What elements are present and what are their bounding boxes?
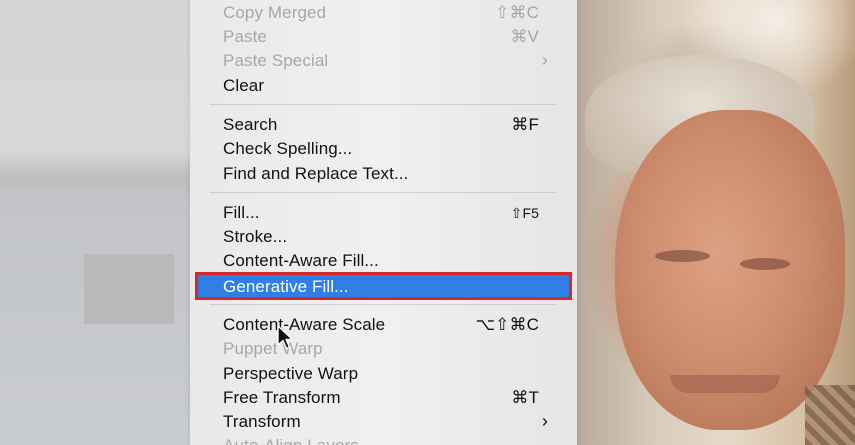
menu-item-label: Generative Fill... (223, 277, 349, 296)
menu-item-label: Transform (223, 412, 301, 431)
menu-item-shortcut: ⇧F5 (510, 205, 539, 221)
menu-separator (210, 192, 557, 193)
menu-item-search[interactable]: Search ⌘F (195, 113, 572, 137)
menu-item-puppet-warp[interactable]: Puppet Warp (195, 337, 572, 361)
menu-item-label: Perspective Warp (223, 364, 359, 383)
menu-item-copy-merged[interactable]: Copy Merged ⇧⌘C (195, 1, 572, 25)
menu-item-label: Fill... (223, 203, 260, 222)
menu-item-perspective-warp[interactable]: Perspective Warp (195, 362, 572, 386)
menu-separator (210, 104, 557, 105)
menu-item-find-replace[interactable]: Find and Replace Text... (195, 162, 572, 186)
menu-item-label: Copy Merged (223, 3, 327, 22)
arrow-pointer-icon (277, 325, 294, 350)
menu-item-content-aware-scale[interactable]: Content-Aware Scale ⌥⇧⌘C (195, 313, 572, 337)
chevron-right-icon: › (541, 411, 548, 431)
photo-eye-right (740, 258, 790, 270)
menu-item-shortcut: ⌘V (510, 27, 539, 46)
menu-item-transform[interactable]: Transform › (195, 410, 572, 434)
menu-item-label: Search (223, 115, 278, 134)
menu-item-label: Auto-Align Layers (223, 436, 359, 445)
menu-item-label: Content-Aware Fill... (223, 251, 379, 270)
canvas-background (0, 0, 195, 445)
menu-item-label: Find and Replace Text... (223, 164, 409, 183)
menu-item-paste[interactable]: Paste ⌘V (195, 25, 572, 49)
photo-collar (805, 385, 855, 445)
menu-item-shortcut: ⌘F (511, 115, 539, 134)
menu-item-label: Paste Special (223, 51, 329, 70)
menu-item-shortcut: ⌥⇧⌘C (475, 315, 539, 334)
photo-mouth (670, 375, 780, 393)
menu-item-clear[interactable]: Clear (195, 74, 572, 98)
menu-item-shortcut: ⇧⌘C (495, 3, 539, 22)
edit-menu: Copy Merged ⇧⌘C Paste ⌘V Paste Special ›… (190, 0, 577, 445)
menu-item-label: Clear (223, 76, 265, 95)
photo-eye-left (655, 250, 710, 262)
menu-item-shortcut: ⌘T (511, 388, 539, 407)
menu-item-free-transform[interactable]: Free Transform ⌘T (195, 386, 572, 410)
menu-item-generative-fill[interactable]: Generative Fill... (195, 272, 572, 300)
menu-separator (210, 304, 557, 305)
menu-item-stroke[interactable]: Stroke... (195, 225, 572, 249)
menu-item-label: Check Spelling... (223, 139, 353, 158)
menu-item-label: Content-Aware Scale (223, 315, 386, 334)
menu-item-label: Paste (223, 27, 267, 46)
canvas-gray-swatch (84, 254, 174, 324)
menu-item-fill[interactable]: Fill... ⇧F5 (195, 201, 572, 225)
menu-item-content-aware-fill[interactable]: Content-Aware Fill... (195, 249, 572, 273)
menu-item-label: Puppet Warp (223, 339, 323, 358)
menu-item-label: Stroke... (223, 227, 288, 246)
screen: Copy Merged ⇧⌘C Paste ⌘V Paste Special ›… (0, 0, 855, 445)
portrait-photo (575, 0, 855, 445)
menu-item-check-spelling[interactable]: Check Spelling... (195, 137, 572, 161)
chevron-right-icon: › (541, 50, 548, 70)
menu-item-paste-special[interactable]: Paste Special › (195, 49, 572, 73)
menu-item-auto-align-layers[interactable]: Auto-Align Layers (195, 434, 572, 445)
menu-item-label: Free Transform (223, 388, 341, 407)
